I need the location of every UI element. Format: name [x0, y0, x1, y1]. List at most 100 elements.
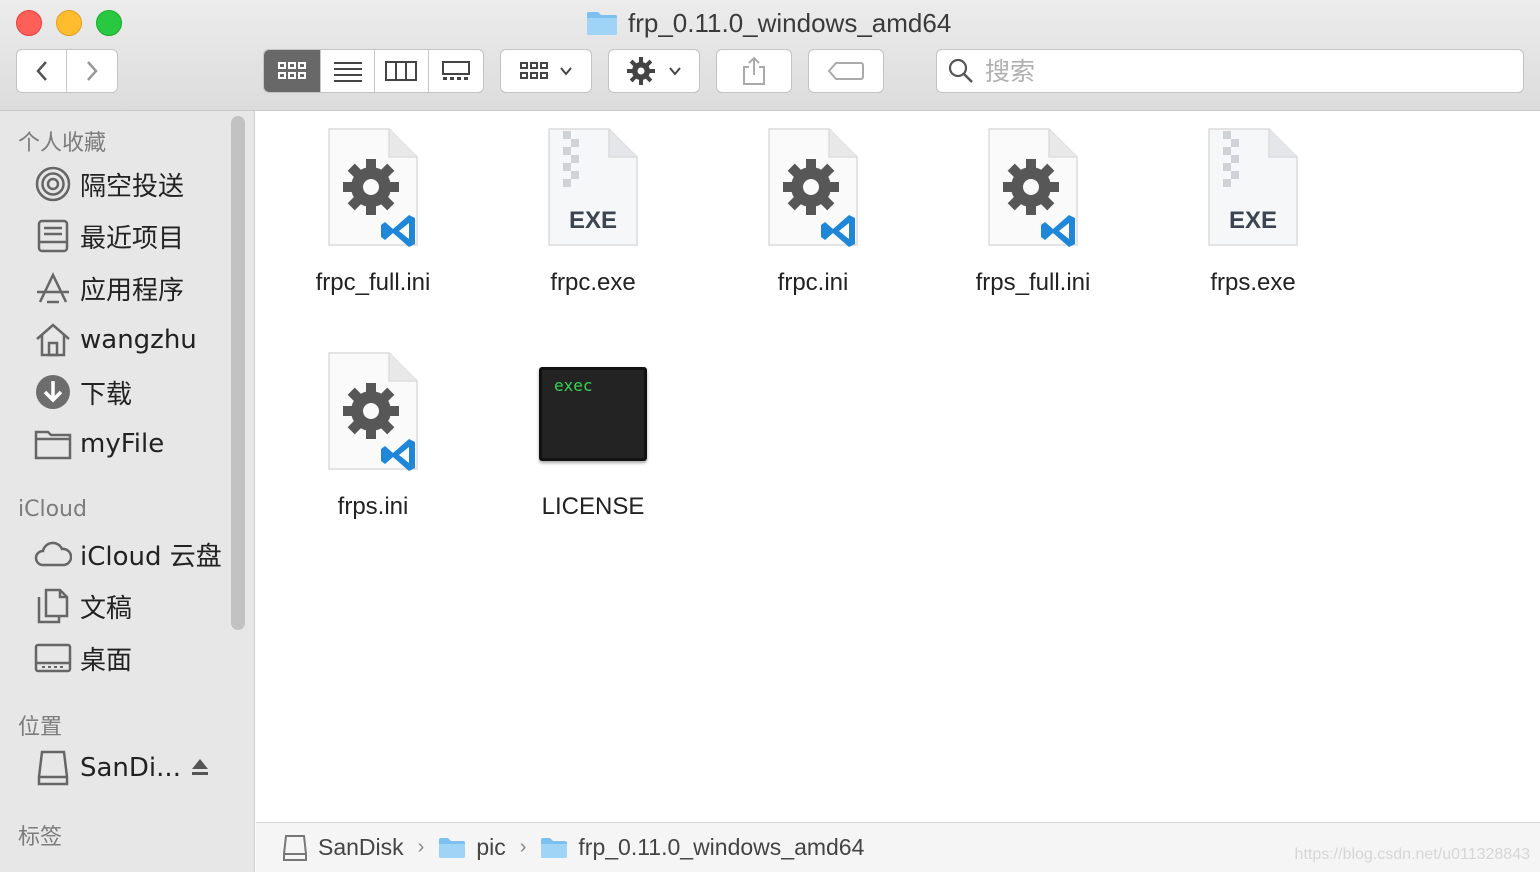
minimize-button[interactable] [56, 10, 82, 36]
folder-icon [541, 837, 568, 858]
file-item[interactable]: frps.ini [283, 335, 463, 535]
file-name: frps_full.ini [975, 269, 1091, 296]
folder-icon [587, 12, 617, 35]
sidebar-item-icloud-drive[interactable]: iCloud 云盘 [34, 534, 222, 574]
sidebar-item-label: 文稿 [80, 593, 133, 624]
sidebar: 个人收藏 隔空投送 最近项目 应用程序 wangzhu 下载 myFile iC… [0, 111, 255, 872]
cloud-icon [34, 535, 72, 573]
finder-window: frp_0.11.0_windows_amd64 搜索 个人收藏 隔空投送 最近… [0, 0, 1540, 872]
file-name: frps.exe [1210, 269, 1296, 296]
sidebar-item-myfile[interactable]: myFile [34, 424, 164, 464]
chevron-right-icon [87, 61, 98, 81]
sidebar-item-home[interactable]: wangzhu [34, 320, 197, 360]
file-item[interactable]: EXE frpc.exe [503, 111, 683, 311]
file-item[interactable]: frps_full.ini [943, 111, 1123, 311]
file-item[interactable]: frpc.ini [723, 111, 903, 311]
sidebar-item-desktop[interactable]: 桌面 [34, 638, 132, 678]
sidebar-scrollbar[interactable] [231, 116, 245, 630]
recents-icon [34, 217, 72, 255]
sidebar-item-label: 隔空投送 [80, 171, 185, 202]
file-name: frpc.exe [550, 269, 636, 296]
close-button[interactable] [16, 10, 42, 36]
columns-icon [385, 61, 418, 81]
sidebar-item-downloads[interactable]: 下载 [34, 372, 132, 412]
sidebar-item-label: 桌面 [80, 645, 133, 676]
sidebar-item-label: myFile [80, 429, 165, 459]
file-browser: frpc_full.ini EXE frpc.exe frpc.ini frps… [256, 111, 1540, 822]
icon-grid-icon [278, 62, 307, 79]
sidebar-item-label: 下载 [80, 379, 133, 410]
sidebar-item-sandisk[interactable]: SanDi... [34, 748, 181, 788]
ini-file-icon [328, 128, 418, 247]
file-item[interactable]: EXE frps.exe [1163, 111, 1343, 311]
path-item[interactable]: pic [438, 834, 506, 861]
path-item-label: SanDisk [318, 834, 404, 860]
tags-header: 标签 [18, 825, 63, 850]
edit-tags-button[interactable] [808, 49, 884, 93]
search-input[interactable] [983, 55, 1507, 87]
group-by-button[interactable] [500, 49, 592, 93]
documents-icon [34, 587, 72, 625]
tag-icon [827, 62, 864, 80]
path-separator-icon: › [417, 836, 425, 858]
path-item-label: frp_0.11.0_windows_amd64 [578, 834, 865, 860]
icloud-header: iCloud [18, 497, 87, 522]
list-view-button[interactable] [321, 50, 375, 92]
terminal-exec-icon: exec [539, 367, 647, 461]
icon-view-button[interactable] [264, 50, 322, 92]
home-icon [34, 321, 72, 359]
action-button[interactable] [608, 49, 700, 93]
folder-icon [34, 425, 72, 463]
sidebar-item-recents[interactable]: 最近项目 [34, 216, 184, 256]
sidebar-item-documents[interactable]: 文稿 [34, 586, 132, 626]
file-item[interactable]: frpc_full.ini [283, 111, 463, 311]
eject-icon[interactable] [190, 757, 210, 777]
group-grid-icon [520, 62, 548, 79]
share-button[interactable] [716, 49, 792, 93]
chevron-down-icon [560, 67, 572, 76]
window-title-text: frp_0.11.0_windows_amd64 [628, 7, 952, 38]
search-icon [948, 58, 973, 83]
column-view-button[interactable] [375, 50, 429, 92]
sidebar-item-label: iCloud 云盘 [80, 541, 222, 572]
sidebar-item-label: SanDi... [80, 753, 181, 783]
search-field[interactable] [936, 49, 1524, 93]
file-item[interactable]: exec LICENSE [503, 335, 683, 535]
file-name: frps.ini [337, 493, 409, 520]
ini-file-icon [768, 128, 858, 247]
sidebar-item-label: 最近项目 [80, 223, 185, 254]
exe-badge: EXE [1228, 207, 1278, 234]
nav-buttons [16, 49, 118, 93]
applications-icon [34, 269, 72, 307]
file-name: LICENSE [541, 493, 645, 520]
exec-text: exec [554, 376, 593, 395]
downloads-icon [34, 373, 72, 411]
toolbar: frp_0.11.0_windows_amd64 [0, 0, 1540, 111]
forward-button[interactable] [67, 50, 117, 92]
path-item[interactable]: SanDisk [282, 834, 404, 862]
sidebar-item-applications[interactable]: 应用程序 [34, 268, 184, 308]
folder-icon [439, 837, 466, 858]
watermark: https://blog.csdn.net/u011328843 [1294, 846, 1530, 863]
desktop-icon [34, 639, 72, 677]
locations-header: 位置 [18, 715, 63, 740]
gallery-view-button[interactable] [429, 50, 483, 92]
file-name: frpc.ini [777, 269, 849, 296]
window-title: frp_0.11.0_windows_amd64 [586, 6, 951, 40]
zoom-button[interactable] [96, 10, 122, 36]
favorites-header: 个人收藏 [18, 131, 107, 156]
chevron-left-icon [35, 61, 47, 81]
drive-icon [34, 749, 72, 787]
gear-icon [627, 57, 655, 85]
chevron-down-icon [669, 67, 681, 76]
path-item-label: pic [476, 834, 506, 860]
view-mode-control [263, 49, 484, 93]
path-item[interactable]: frp_0.11.0_windows_amd64 [540, 834, 864, 861]
sidebar-item-airdrop[interactable]: 隔空投送 [34, 164, 184, 204]
file-name: frpc_full.ini [315, 269, 431, 296]
exe-badge: EXE [568, 207, 618, 234]
back-button[interactable] [17, 50, 68, 92]
ini-file-icon [988, 128, 1078, 247]
list-icon [333, 62, 362, 82]
airdrop-icon [34, 165, 72, 203]
